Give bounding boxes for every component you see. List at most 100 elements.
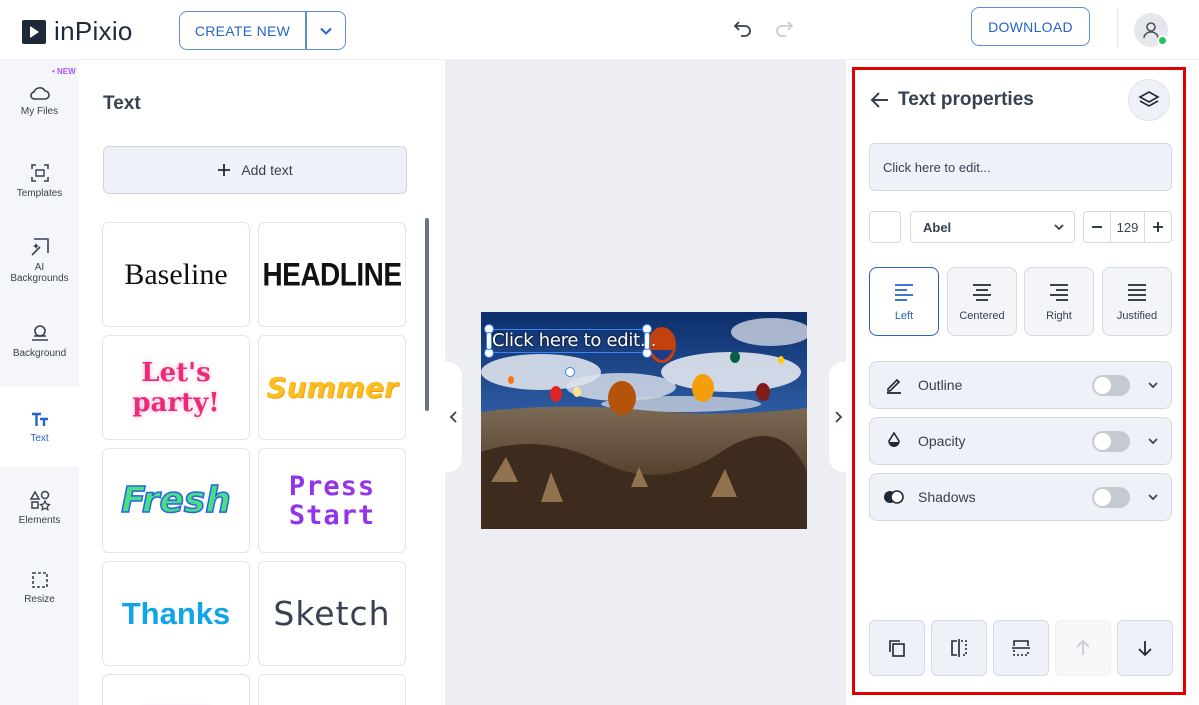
redo-icon[interactable] [773, 17, 795, 39]
plus-icon [1153, 222, 1163, 232]
align-right-button[interactable]: Right [1024, 267, 1094, 336]
copy-icon [889, 640, 905, 657]
decrease-size-button[interactable] [1084, 212, 1110, 242]
align-label: Centered [959, 309, 1005, 322]
download-button[interactable]: DOWNLOAD [971, 7, 1090, 46]
rail-item-background[interactable]: Background [0, 300, 79, 380]
rail-item-label: Background [12, 347, 67, 359]
opacity-label: Opacity [918, 433, 966, 449]
canvas-area: Click here to edit... [445, 60, 846, 705]
chevron-down-icon[interactable] [1147, 379, 1159, 391]
chevron-right-icon [834, 411, 842, 423]
shadows-row[interactable]: Shadows [869, 473, 1172, 521]
outline-row[interactable]: Outline [869, 361, 1172, 409]
rail-item-templates[interactable]: Templates [0, 140, 79, 220]
duplicate-button[interactable] [869, 620, 925, 676]
font-family-select[interactable]: Abel [910, 211, 1075, 243]
text-style-tile-sketch[interactable]: Sketch [258, 561, 406, 666]
canvas-photo[interactable]: Click here to edit... [481, 312, 807, 529]
text-color-swatch[interactable] [869, 211, 901, 243]
flip-vertical-button[interactable] [993, 620, 1049, 676]
rotate-handle[interactable] [565, 367, 575, 377]
collapse-properties-button[interactable] [829, 362, 846, 472]
background-icon [31, 324, 48, 341]
align-left-icon [895, 283, 913, 301]
add-text-button[interactable]: Add text [103, 146, 407, 194]
arrow-up-icon [1076, 639, 1090, 655]
create-new-button[interactable]: CREATE NEW [179, 11, 306, 50]
top-bar: inPixio CREATE NEW DOWNLOAD [0, 0, 1199, 60]
create-new-dropdown-button[interactable] [306, 11, 346, 50]
tile-label: Sketch [273, 594, 391, 633]
opacity-toggle[interactable] [1092, 431, 1130, 452]
font-family-value: Abel [923, 219, 952, 235]
shadow-icon [882, 485, 906, 509]
chevron-left-icon [449, 411, 457, 423]
rail-item-elements[interactable]: Elements [0, 467, 79, 547]
text-properties-panel: Text properties Click here to edit... Ab… [846, 60, 1199, 705]
add-text-label: Add text [241, 162, 293, 178]
text-style-tile-summer[interactable]: Summer [258, 335, 406, 440]
tile-label: Summer [266, 371, 398, 404]
align-label: Right [1046, 309, 1072, 322]
align-center-button[interactable]: Centered [947, 267, 1017, 336]
shadows-toggle[interactable] [1092, 487, 1130, 508]
align-label: Left [894, 309, 914, 322]
elements-icon [29, 489, 51, 511]
layers-button[interactable] [1128, 79, 1170, 121]
ai-backgrounds-icon [30, 238, 49, 256]
chevron-down-icon[interactable] [1147, 491, 1159, 503]
text-style-tile-headline[interactable]: HEADLINE [258, 222, 406, 327]
flip-horizontal-button[interactable] [931, 620, 987, 676]
text-style-tile-fresh[interactable]: Fresh [102, 448, 250, 553]
chevron-down-icon [320, 27, 332, 35]
text-content-field[interactable]: Click here to edit... [869, 143, 1172, 191]
rail-item-label: Templates [16, 187, 63, 199]
bring-forward-button[interactable] [1055, 620, 1111, 676]
increase-size-button[interactable] [1145, 212, 1171, 242]
chevron-down-icon[interactable] [1147, 435, 1159, 447]
tile-label: Let's party! [132, 357, 220, 418]
align-left-button[interactable]: Left [869, 267, 939, 336]
flip-vertical-icon [1012, 640, 1030, 656]
back-arrow-icon[interactable] [870, 90, 890, 110]
droplet-icon [882, 429, 906, 453]
rail-item-label: My Files [20, 105, 59, 117]
text-style-tile-partial[interactable] [102, 674, 250, 705]
font-size-stepper: 129 [1083, 211, 1172, 243]
text-style-tile-baseline[interactable]: Baseline [102, 222, 250, 327]
avatar[interactable] [1134, 13, 1168, 47]
outline-toggle[interactable] [1092, 375, 1130, 396]
canvas-text-layer[interactable]: Click here to edit... [492, 330, 656, 351]
rail-item-text[interactable]: Text [0, 387, 79, 467]
resize-icon [31, 571, 48, 588]
rail-item-my-files[interactable]: My Files [0, 60, 79, 140]
arrow-down-icon [1138, 641, 1152, 657]
undo-icon[interactable] [732, 17, 754, 39]
layers-icon [1138, 91, 1160, 107]
collapse-panel-button[interactable] [445, 362, 462, 472]
app-name: inPixio [54, 16, 133, 46]
rail-item-label: AI Backgrounds [10, 262, 69, 284]
text-style-tile-lets-party[interactable]: Let's party! [102, 335, 250, 440]
panel-scrollbar[interactable] [425, 218, 429, 411]
font-size-value[interactable]: 129 [1110, 212, 1145, 242]
text-panel: Text Add text Baseline HEADLINE Let's pa… [79, 60, 445, 705]
text-style-tile-thanks[interactable]: Thanks [102, 561, 250, 666]
tile-label: Thanks [121, 595, 231, 631]
opacity-row[interactable]: Opacity [869, 417, 1172, 465]
logo-icon [22, 19, 46, 44]
resize-handle-left[interactable] [486, 332, 492, 350]
send-backward-button[interactable] [1117, 620, 1173, 676]
online-status-dot [1157, 35, 1168, 46]
rail-item-ai-backgrounds[interactable]: AI Backgrounds [0, 220, 79, 300]
tile-label: Fresh [120, 479, 231, 522]
logo[interactable]: inPixio [22, 16, 133, 47]
tile-label: Baseline [124, 257, 228, 291]
resize-handle-right[interactable] [644, 332, 650, 350]
align-center-icon [973, 283, 991, 301]
rail-item-resize[interactable]: Resize [0, 547, 79, 627]
text-style-tile-press-start[interactable]: Press Start [258, 448, 406, 553]
align-justify-button[interactable]: Justified [1102, 267, 1172, 336]
text-style-tile-partial[interactable] [258, 674, 406, 705]
